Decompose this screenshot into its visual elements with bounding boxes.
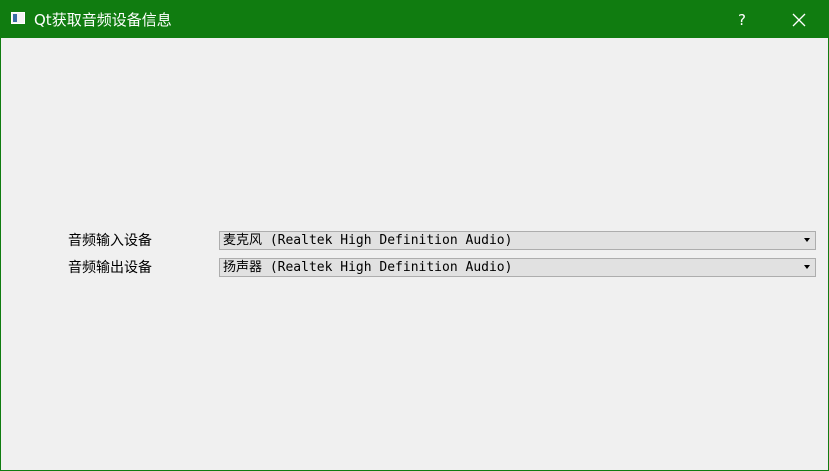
output-device-value: 扬声器 (Realtek High Definition Audio): [223, 260, 513, 275]
app-window-icon: [11, 12, 25, 24]
help-button[interactable]: ?: [719, 1, 765, 38]
output-device-select[interactable]: 扬声器 (Realtek High Definition Audio): [219, 258, 816, 277]
input-device-value: 麦克风 (Realtek High Definition Audio): [223, 233, 513, 248]
input-device-select[interactable]: 麦克风 (Realtek High Definition Audio): [219, 231, 816, 250]
close-icon: [792, 13, 806, 26]
output-device-label: 音频输出设备: [68, 260, 152, 276]
close-button[interactable]: [776, 1, 822, 38]
chevron-down-icon: [804, 265, 810, 269]
window-title: Qt获取音频设备信息: [34, 11, 172, 29]
main-window: Qt获取音频设备信息 ? 音频输入设备 麦克风 (Realtek High De…: [0, 0, 829, 471]
chevron-down-icon: [804, 238, 810, 242]
input-device-label: 音频输入设备: [68, 233, 152, 249]
title-bar[interactable]: Qt获取音频设备信息 ?: [1, 1, 828, 38]
